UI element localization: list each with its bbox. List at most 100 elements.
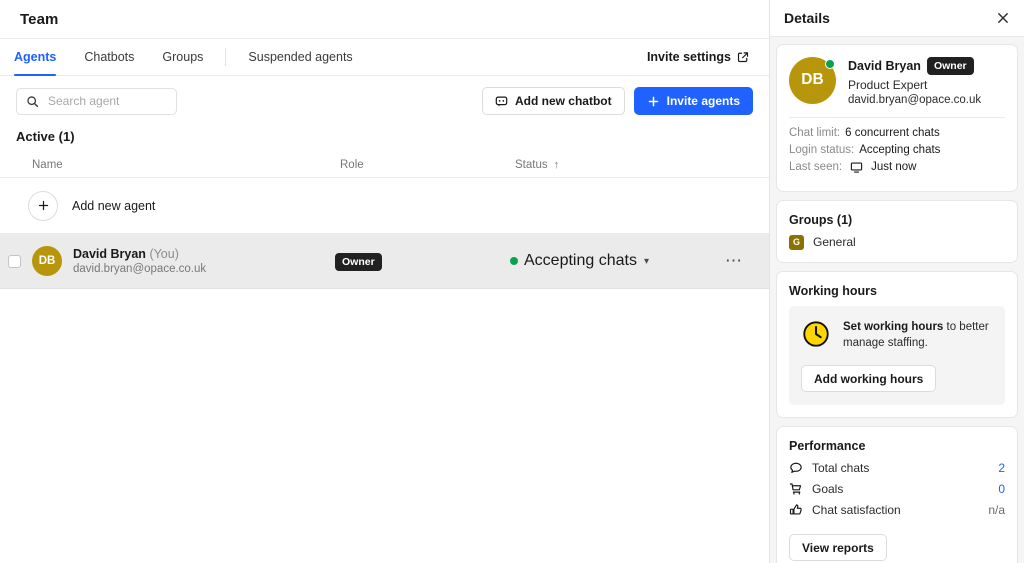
performance-chat-satisfaction-label: Chat satisfaction xyxy=(812,503,979,517)
profile-role-badge: Owner xyxy=(927,57,974,75)
performance-card: Performance Total chats 2 xyxy=(776,426,1018,563)
tab-chatbots-label: Chatbots xyxy=(84,50,134,64)
add-working-hours-label: Add working hours xyxy=(814,372,923,386)
search-input[interactable] xyxy=(46,93,167,109)
column-header-status[interactable]: Status ↑ xyxy=(515,159,725,171)
add-agent-plus-icon xyxy=(28,191,58,221)
status-badge: Owner xyxy=(335,253,382,271)
working-hours-title: Working hours xyxy=(789,284,1005,298)
tab-groups-label: Groups xyxy=(162,50,203,64)
chat-limit-label: Chat limit: xyxy=(789,127,840,139)
working-hours-promo-top: Set working hours to better manage staff… xyxy=(801,319,993,352)
working-hours-promo-bold: Set working hours xyxy=(843,321,943,333)
agent-role-cell: Owner xyxy=(335,252,510,271)
agent-status-label: Accepting chats xyxy=(524,252,637,270)
details-body: DB David Bryan Owner Product Expert davi… xyxy=(770,37,1024,563)
profile-top: DB David Bryan Owner Product Expert davi… xyxy=(789,57,1005,106)
active-section-title: Active (1) xyxy=(0,126,769,152)
add-working-hours-button[interactable]: Add working hours xyxy=(801,365,936,392)
team-main-panel: Team Agents Chatbots Groups Suspended ag… xyxy=(0,0,769,563)
add-new-agent-label: Add new agent xyxy=(72,199,155,213)
invite-agents-button[interactable]: Invite agents xyxy=(634,87,753,115)
view-reports-button[interactable]: View reports xyxy=(789,534,887,561)
list-item[interactable]: G General xyxy=(789,235,1005,250)
clock-icon xyxy=(801,319,831,349)
add-new-chatbot-label: Add new chatbot xyxy=(515,94,612,108)
performance-total-chats-label: Total chats xyxy=(812,461,989,475)
performance-total-chats-value: 2 xyxy=(998,461,1005,475)
cart-icon xyxy=(789,482,803,496)
login-status-row: Login status: Accepting chats xyxy=(789,144,1005,156)
tab-suspended-agents-label: Suspended agents xyxy=(248,50,352,64)
last-seen-value: Just now xyxy=(871,161,916,173)
login-status-value: Accepting chats xyxy=(859,144,940,156)
app-root: Team Agents Chatbots Groups Suspended ag… xyxy=(0,0,1024,563)
working-hours-promo-text: Set working hours to better manage staff… xyxy=(843,319,993,352)
column-header-name[interactable]: Name xyxy=(0,159,340,171)
agent-name: David Bryan xyxy=(73,247,146,261)
performance-goals-label: Goals xyxy=(812,482,989,496)
agent-email: david.bryan@opace.co.uk xyxy=(73,263,335,275)
online-status-dot-icon xyxy=(825,59,835,69)
group-name: General xyxy=(813,235,856,249)
close-icon[interactable] xyxy=(996,11,1010,25)
tab-agents[interactable]: Agents xyxy=(0,39,70,75)
profile-job-title: Product Expert xyxy=(848,78,981,92)
tabs-divider xyxy=(225,48,226,66)
sort-ascending-icon: ↑ xyxy=(554,159,560,171)
agent-status-cell[interactable]: Accepting chats ▾ xyxy=(510,252,720,270)
profile-avatar-wrap: DB xyxy=(789,57,836,104)
agent-actions-cell: ⋯ xyxy=(720,257,769,265)
table-row[interactable]: DB David Bryan (You) david.bryan@opace.c… xyxy=(0,234,769,289)
search-agent-box[interactable] xyxy=(16,88,177,115)
profile-divider xyxy=(789,117,1005,118)
profile-card: DB David Bryan Owner Product Expert davi… xyxy=(776,44,1018,192)
details-title: Details xyxy=(784,10,830,26)
login-status-label: Login status: xyxy=(789,144,854,156)
plus-icon xyxy=(647,95,660,108)
agent-you-suffix: (You) xyxy=(149,247,178,261)
row-checkbox[interactable] xyxy=(8,255,21,268)
column-header-status-label: Status xyxy=(515,159,548,171)
toolbar-actions: Add new chatbot Invite agents xyxy=(482,87,753,115)
tabs-bar: Agents Chatbots Groups Suspended agents … xyxy=(0,38,769,76)
details-header: Details xyxy=(770,0,1024,37)
row-more-options-icon[interactable]: ⋯ xyxy=(725,257,743,265)
chatbot-icon xyxy=(495,95,508,108)
tab-suspended-agents[interactable]: Suspended agents xyxy=(234,39,366,75)
performance-chat-satisfaction-row: Chat satisfaction n/a xyxy=(789,503,1005,517)
performance-title: Performance xyxy=(789,439,1005,453)
group-badge-icon: G xyxy=(789,235,804,250)
performance-total-chats-row: Total chats 2 xyxy=(789,461,1005,475)
profile-name: David Bryan xyxy=(848,59,921,73)
chevron-down-icon: ▾ xyxy=(644,256,649,267)
avatar: DB xyxy=(32,246,62,276)
table-header-row: Name Role Status ↑ xyxy=(0,152,769,178)
monitor-icon xyxy=(850,161,863,174)
main-header: Team xyxy=(0,0,769,38)
tabs-list: Agents Chatbots Groups Suspended agents xyxy=(0,39,367,75)
performance-goals-row: Goals 0 xyxy=(789,482,1005,496)
tab-agents-label: Agents xyxy=(14,50,56,64)
column-header-role[interactable]: Role xyxy=(340,159,515,171)
groups-card: Groups (1) G General xyxy=(776,200,1018,263)
add-new-agent-row[interactable]: Add new agent xyxy=(0,178,769,234)
details-panel: Details DB David Bryan Owner xyxy=(769,0,1024,563)
working-hours-card: Working hours Set working hours to bette… xyxy=(776,271,1018,418)
status-dot-icon xyxy=(510,257,518,265)
thumbs-up-icon xyxy=(789,503,803,517)
page-title: Team xyxy=(20,11,58,28)
profile-email: david.bryan@opace.co.uk xyxy=(848,94,981,106)
last-seen-label: Last seen: xyxy=(789,161,842,173)
tab-chatbots[interactable]: Chatbots xyxy=(70,39,148,75)
add-new-chatbot-button[interactable]: Add new chatbot xyxy=(482,87,625,115)
agent-name-block: David Bryan (You) david.bryan@opace.co.u… xyxy=(73,247,335,275)
external-link-icon xyxy=(737,51,749,63)
groups-title: Groups (1) xyxy=(789,213,1005,227)
invite-settings-link[interactable]: Invite settings xyxy=(647,39,753,75)
toolbar: Add new chatbot Invite agents xyxy=(0,76,769,126)
performance-goals-value: 0 xyxy=(998,482,1005,496)
chat-limit-value: 6 concurrent chats xyxy=(845,127,940,139)
performance-chat-satisfaction-value: n/a xyxy=(988,503,1005,517)
tab-groups[interactable]: Groups xyxy=(148,39,217,75)
